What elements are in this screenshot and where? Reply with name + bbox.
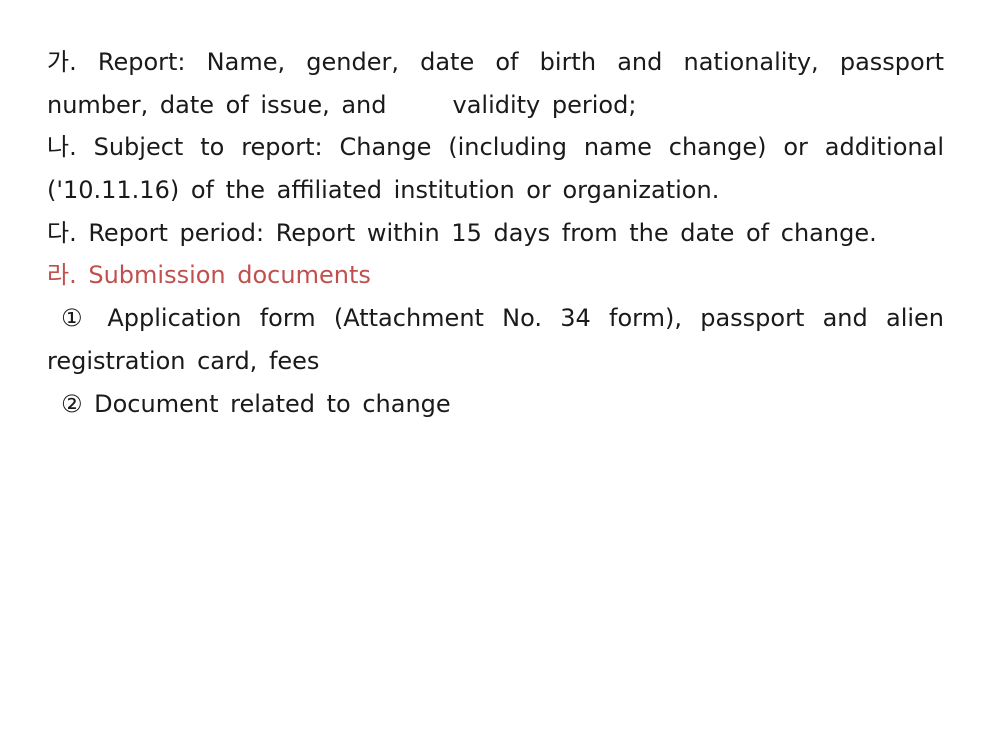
item-ra-heading: 라. Submission documents <box>47 261 371 290</box>
item-ga-line-2: number, date of issue, and validity perio… <box>47 84 944 127</box>
sub-item-1-line-2: registration card, fees <box>47 346 320 375</box>
item-ga-line-2-text-a: number, date of issue, and <box>47 90 387 119</box>
item-na-line-2: ('10.11.16) of the affiliated institutio… <box>47 176 720 205</box>
document-body: 가. Report: Name, gender, date of birth a… <box>47 41 944 425</box>
item-na-line-1: 나. Subject to report: Change (including … <box>47 133 944 162</box>
item-ga-line-2-text-b: validity period; <box>452 90 637 119</box>
sub-item-1-line-1: ① Application form (Attachment No. 34 fo… <box>61 304 944 333</box>
sub-item-2-line: ② Document related to change <box>61 389 451 418</box>
item-da-line: 다. Report period: Report within 15 days … <box>47 218 877 247</box>
item-ga-line-1: 가. Report: Name, gender, date of birth a… <box>47 48 944 76</box>
